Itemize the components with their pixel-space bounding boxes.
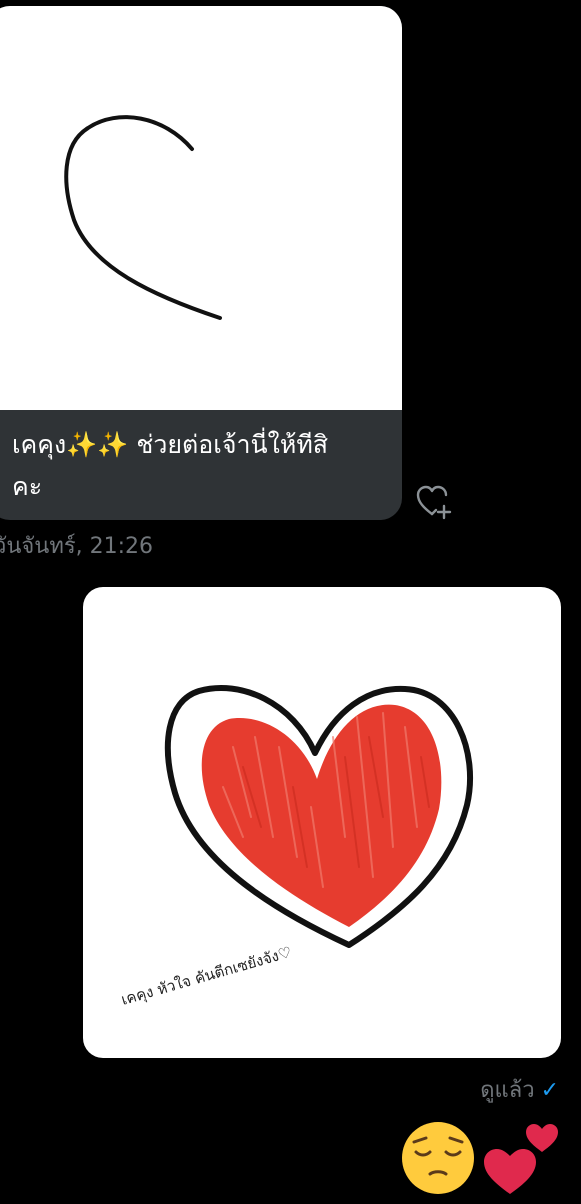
- two-hearts-icon: [484, 1124, 558, 1194]
- reaction-emojis[interactable]: [400, 1118, 570, 1200]
- pensive-face-icon: [402, 1122, 474, 1194]
- incoming-caption: เคคุง✨✨ ช่วยต่อเจ้านี่ให้ทีสิ คะ: [12, 424, 382, 508]
- message-timestamp: วันจันทร์, 21:26: [0, 534, 154, 559]
- half-heart-drawing: [64, 115, 222, 320]
- outgoing-image-message[interactable]: เคคุง หัวใจ คันตีกเซยังจัง♡: [83, 587, 561, 1058]
- caption-line-2: คะ: [12, 472, 43, 501]
- add-reaction-button[interactable]: [414, 482, 456, 522]
- incoming-message-bubble[interactable]: เคคุง✨✨ ช่วยต่อเจ้านี่ให้ทีสิ คะ: [0, 6, 402, 520]
- read-receipt: ดูแล้ว ✓: [480, 1072, 559, 1107]
- heart-plus-icon: [416, 485, 452, 520]
- incoming-image[interactable]: [0, 6, 402, 410]
- read-status-text: ดูแล้ว: [480, 1078, 535, 1103]
- check-icon: ✓: [540, 1078, 559, 1103]
- reaction-emoji-art: [402, 1122, 558, 1194]
- red-heart-drawing: เคคุง หัวใจ คันตีกเซยังจัง♡: [119, 684, 473, 1010]
- caption-line-1: เคคุง✨✨ ช่วยต่อเจ้านี่ให้ทีสิ: [12, 430, 329, 459]
- drawing-caption: เคคุง หัวใจ คันตีกเซยังจัง♡: [119, 943, 294, 1010]
